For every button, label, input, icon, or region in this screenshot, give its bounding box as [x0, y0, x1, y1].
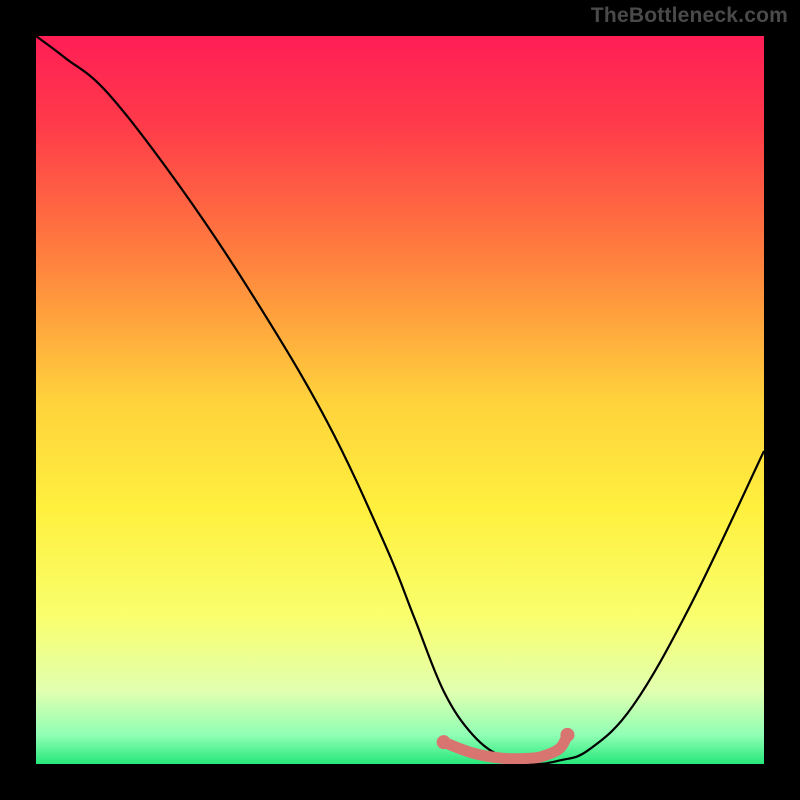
curve-layer [36, 36, 764, 764]
highlight-point [437, 735, 451, 749]
watermark-text: TheBottleneck.com [591, 4, 788, 28]
bottleneck-curve [36, 36, 764, 764]
highlight-point [560, 728, 574, 742]
chart-plot-area [36, 36, 764, 764]
highlight-segment [444, 735, 568, 759]
